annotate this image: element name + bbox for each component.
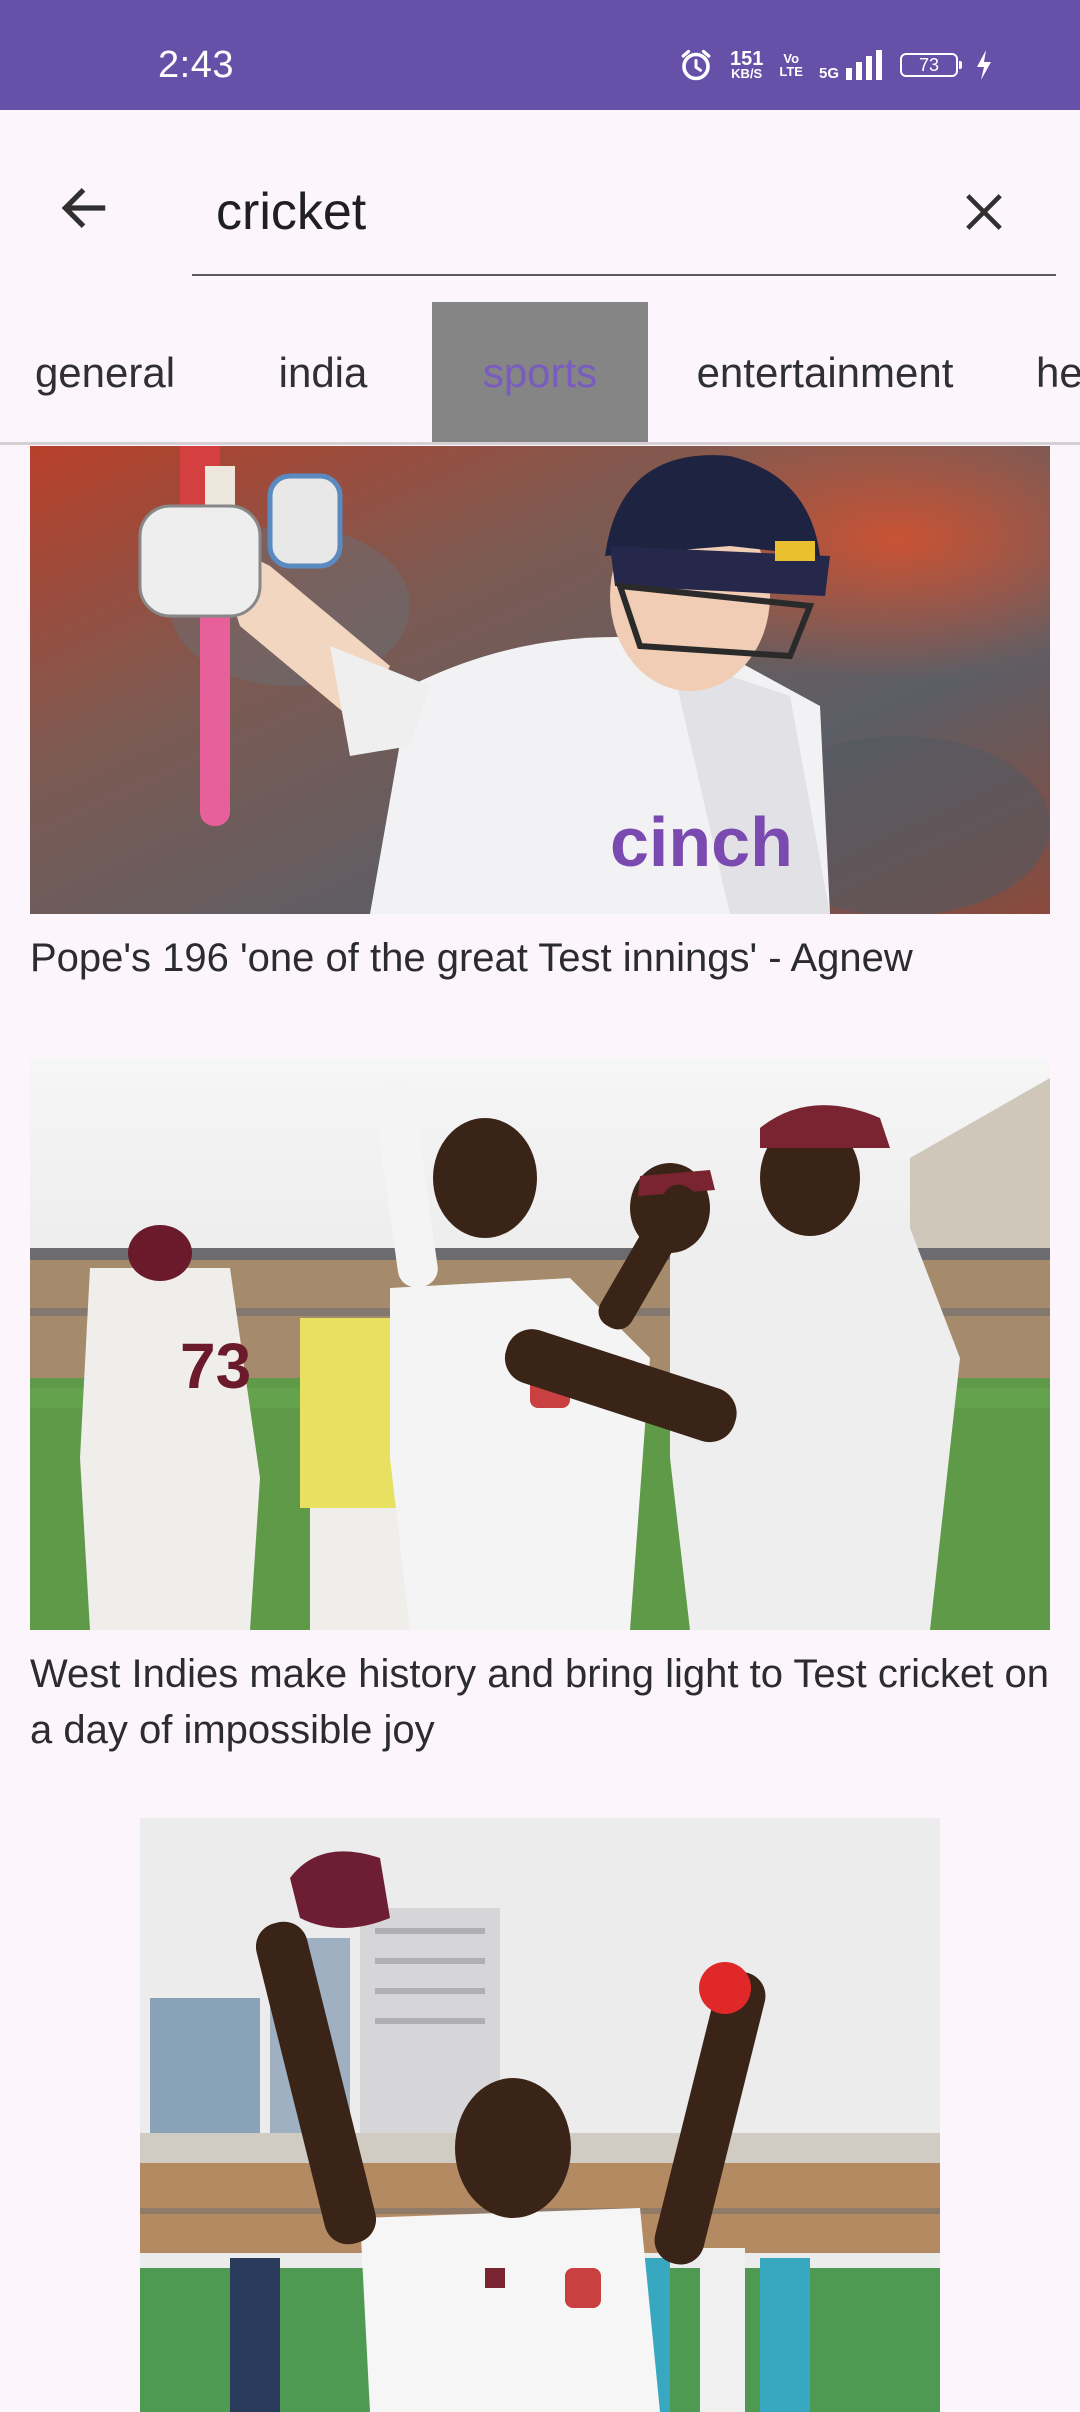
network-speed: 151 KB/S	[730, 49, 763, 82]
team-celebration-image: 73	[30, 1058, 1050, 1630]
search-header	[0, 110, 1080, 300]
volte-indicator: Vo LTE	[779, 52, 803, 78]
article-image[interactable]: cinch	[30, 446, 1050, 914]
tab-label: entertainment	[696, 349, 954, 396]
tab-india[interactable]: india	[218, 302, 428, 444]
tab-label: general	[34, 349, 176, 396]
bowler-celebration-image	[140, 1818, 940, 2412]
svg-text:73: 73	[180, 1330, 251, 1402]
news-card[interactable]: cinch Pope's 196 'one of the great Test …	[0, 446, 1080, 1006]
signal-group: 5G	[819, 48, 884, 82]
cricketer-photo-image: cinch	[30, 446, 1050, 914]
clear-search-button[interactable]	[948, 176, 1020, 248]
status-icons: 151 KB/S Vo LTE 5G 73	[678, 43, 994, 87]
volte-bottom: LTE	[779, 64, 803, 79]
arrow-left-icon	[61, 188, 106, 228]
tab-label: he	[1036, 349, 1080, 396]
article-title[interactable]: West Indies make history and bring light…	[30, 1646, 1050, 1758]
tab-entertainment[interactable]: entertainment	[660, 302, 990, 444]
article-image[interactable]	[140, 1818, 940, 2412]
status-bar: 2:43 151 KB/S Vo LTE 5G 73	[0, 0, 1080, 110]
news-card[interactable]	[0, 1818, 1080, 2412]
status-time: 2:43	[158, 44, 234, 86]
network-speed-unit: KB/S	[731, 66, 763, 82]
tab-label: sports	[482, 349, 598, 396]
svg-text:cinch: cinch	[610, 803, 793, 881]
close-icon	[966, 194, 1002, 230]
tab-sports[interactable]: sports	[432, 302, 648, 444]
article-title[interactable]: Pope's 196 'one of the great Test inning…	[30, 930, 1050, 986]
tab-health[interactable]: he	[1036, 302, 1080, 444]
tab-general[interactable]: general	[0, 302, 210, 444]
tab-divider	[0, 442, 1080, 445]
search-underline	[192, 274, 1056, 276]
battery-indicator: 73	[900, 53, 962, 77]
signal-label: 5G	[818, 65, 839, 82]
signal-strength-icon	[846, 50, 882, 80]
back-button[interactable]	[48, 172, 120, 244]
tab-label: india	[278, 349, 368, 396]
category-tabs: general india sports entertainment he	[0, 302, 1080, 444]
news-card[interactable]: 73 West Indies make history and bring li…	[0, 1058, 1080, 1778]
article-image[interactable]: 73	[30, 1058, 1050, 1630]
search-input[interactable]	[216, 172, 916, 252]
news-feed[interactable]: cinch Pope's 196 'one of the great Test …	[0, 446, 1080, 2412]
alarm-icon	[681, 49, 711, 81]
charging-icon	[977, 50, 991, 80]
battery-level: 73	[918, 54, 940, 75]
